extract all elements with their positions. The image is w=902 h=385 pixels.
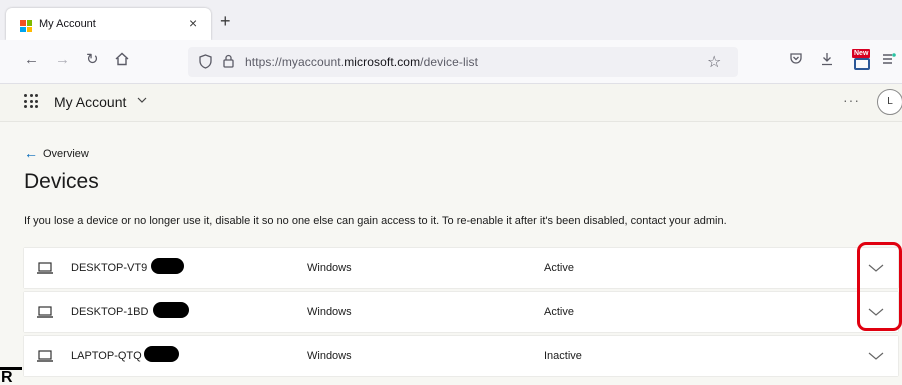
- app-title[interactable]: My Account: [54, 94, 126, 110]
- forward-arrow-icon[interactable]: →: [55, 52, 70, 68]
- extension-icon[interactable]: New: [852, 49, 872, 71]
- page-title: Devices: [24, 170, 99, 193]
- device-row[interactable]: LAPTOP-QTQ Windows Inactive: [24, 336, 898, 376]
- device-status: Inactive: [544, 350, 582, 362]
- back-arrow-icon[interactable]: ←: [24, 52, 39, 68]
- browser-navigation-bar: ← → ↻ https://myaccount.microsoft.com/de…: [0, 40, 902, 84]
- main-content: ← Overview Devices If you lose a device o…: [0, 122, 902, 385]
- back-arrow-icon: ←: [24, 145, 38, 161]
- tab-close-icon[interactable]: ×: [189, 15, 197, 31]
- redaction-mark: [144, 346, 179, 362]
- download-icon[interactable]: [820, 52, 834, 69]
- device-name: DESKTOP-1BD: [71, 306, 149, 318]
- redaction-mark: [151, 258, 184, 274]
- device-row[interactable]: DESKTOP-VT9 Windows Active: [24, 248, 898, 288]
- browser-tab-strip: My Account × +: [0, 0, 902, 40]
- highlight-annotation: [857, 242, 902, 331]
- more-options-icon[interactable]: ···: [843, 92, 860, 108]
- new-tab-button[interactable]: +: [220, 12, 231, 30]
- back-to-overview-link[interactable]: ← Overview: [24, 144, 89, 161]
- app-header: My Account ··· L: [0, 84, 902, 122]
- corner-glyph: R: [0, 365, 22, 385]
- device-os: Windows: [307, 262, 352, 274]
- back-link-label: Overview: [43, 148, 89, 160]
- microsoft-logo-icon: [20, 20, 32, 32]
- device-status: Active: [544, 306, 574, 318]
- reload-icon[interactable]: ↻: [86, 52, 99, 68]
- menu-icon[interactable]: [882, 52, 896, 69]
- device-name: DESKTOP-VT9: [71, 262, 148, 274]
- laptop-icon: [36, 349, 54, 367]
- tracking-protection-shield-icon[interactable]: [199, 54, 212, 74]
- laptop-icon: [36, 305, 54, 323]
- browser-tab[interactable]: My Account ×: [6, 8, 211, 40]
- pocket-icon[interactable]: [789, 52, 803, 69]
- device-status: Active: [544, 262, 574, 274]
- device-os: Windows: [307, 306, 352, 318]
- url-text: https://myaccount.microsoft.com/device-l…: [245, 55, 479, 69]
- info-text: If you lose a device or no longer use it…: [24, 215, 727, 227]
- redaction-mark: [153, 302, 189, 318]
- avatar[interactable]: L: [877, 89, 902, 115]
- tab-title: My Account: [39, 18, 96, 30]
- home-icon[interactable]: [115, 52, 129, 70]
- chevron-down-icon[interactable]: [137, 93, 147, 110]
- device-os: Windows: [307, 350, 352, 362]
- address-bar[interactable]: https://myaccount.microsoft.com/device-l…: [188, 47, 738, 77]
- device-row[interactable]: DESKTOP-1BD Windows Active: [24, 292, 898, 332]
- device-name: LAPTOP-QTQ: [71, 350, 142, 362]
- laptop-icon: [36, 261, 54, 279]
- expand-chevron-icon[interactable]: [868, 348, 884, 366]
- extension-new-badge: New: [852, 49, 871, 58]
- lock-icon[interactable]: [223, 54, 234, 73]
- app-launcher-icon[interactable]: [24, 94, 38, 108]
- bookmark-star-icon[interactable]: ☆: [707, 52, 721, 72]
